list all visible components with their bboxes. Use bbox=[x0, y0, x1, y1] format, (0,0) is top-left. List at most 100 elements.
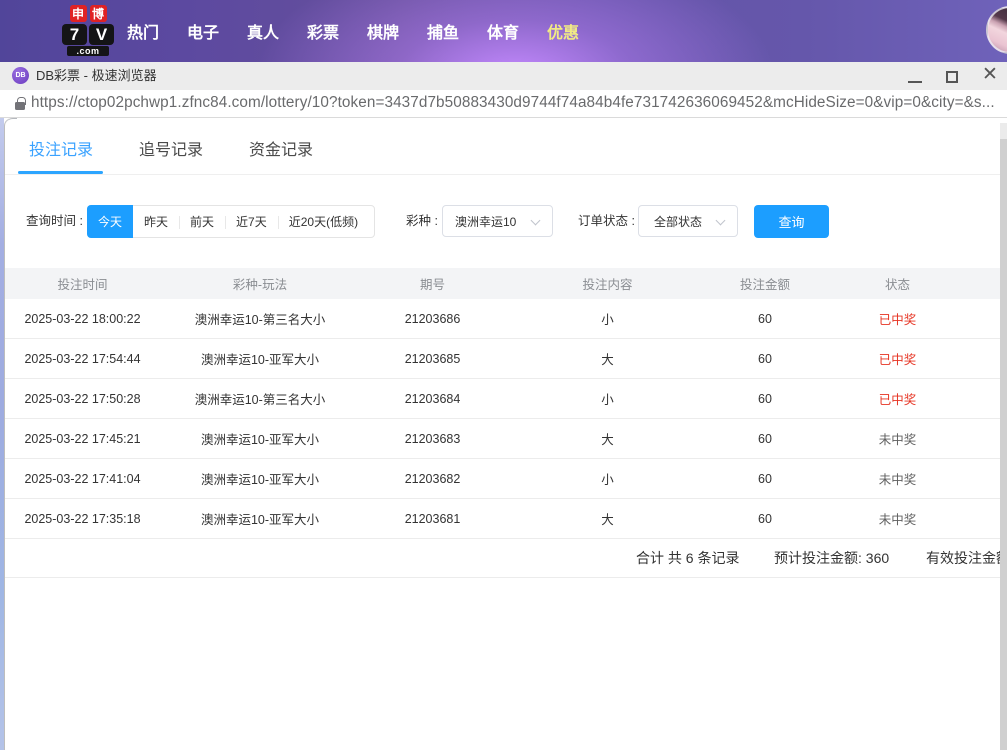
site-header: 申博 7V .com 热门 电子 真人 彩票 棋牌 捕鱼 体育 优惠 bbox=[0, 0, 1007, 62]
cell-content: 小 bbox=[505, 389, 710, 408]
cell-amount: 60 bbox=[710, 472, 820, 486]
time-filter-option[interactable]: 今天 bbox=[87, 205, 133, 238]
lock-icon bbox=[15, 102, 25, 110]
tab[interactable]: 资金记录 bbox=[249, 136, 313, 160]
cell-status: 已中奖 bbox=[820, 389, 975, 408]
nav-item[interactable]: 体育 bbox=[487, 19, 519, 43]
time-filter-group: 今天 昨天 前天 近7天 近20天(低频) bbox=[87, 205, 375, 238]
logo-char-red: 博 bbox=[90, 5, 107, 22]
chevron-down-icon bbox=[532, 217, 540, 225]
table-row: 2025-03-22 17:45:21 澳洲幸运10-亚军大小 21203683… bbox=[5, 419, 1000, 459]
logo-char-7v: V bbox=[89, 24, 114, 45]
time-filter-label: 查询时间 : bbox=[26, 205, 83, 238]
cell-issue: 21203686 bbox=[360, 312, 505, 326]
bet-records-table: 投注时间彩种-玩法期号投注内容投注金额状态 2025-03-22 18:00:2… bbox=[5, 268, 1000, 578]
cell-status: 未中奖 bbox=[820, 429, 975, 448]
order-status-select[interactable]: 全部状态 bbox=[638, 205, 738, 237]
summary-expected: 预计投注金额: 360 bbox=[774, 539, 889, 578]
logo-com-text: .com bbox=[67, 46, 109, 56]
cell-content: 大 bbox=[505, 429, 710, 448]
cell-issue: 21203682 bbox=[360, 472, 505, 486]
record-tabs: 投注记录 追号记录 资金记录 bbox=[5, 118, 1000, 175]
content-card: 投注记录 追号记录 资金记录 查询时间 : 今天 昨天 前天 近7天 近2 bbox=[4, 118, 1000, 750]
logo-char-7v: 7 bbox=[62, 24, 87, 45]
minimize-button[interactable] bbox=[908, 81, 922, 83]
column-header: 投注内容 bbox=[505, 274, 710, 293]
close-button[interactable]: ✕ bbox=[980, 62, 1000, 90]
cell-amount: 60 bbox=[710, 432, 820, 446]
table-row: 2025-03-22 17:54:44 澳洲幸运10-亚军大小 21203685… bbox=[5, 339, 1000, 379]
browser-window-title: DB彩票 - 极速浏览器 bbox=[36, 62, 157, 90]
lottery-select[interactable]: 澳洲幸运10 bbox=[442, 205, 553, 237]
nav-item[interactable]: 真人 bbox=[247, 19, 279, 43]
cell-content: 大 bbox=[505, 349, 710, 368]
cell-content: 小 bbox=[505, 469, 710, 488]
cell-bet-time: 2025-03-22 17:50:28 bbox=[5, 392, 160, 406]
cell-issue: 21203683 bbox=[360, 432, 505, 446]
scrollbar-up-arrow[interactable] bbox=[1000, 123, 1007, 139]
cell-game: 澳洲幸运10-亚军大小 bbox=[160, 469, 360, 488]
site-logo[interactable]: 申博 7V .com bbox=[61, 5, 115, 56]
cell-amount: 60 bbox=[710, 312, 820, 326]
table-row: 2025-03-22 17:35:18 澳洲幸运10-亚军大小 21203681… bbox=[5, 499, 1000, 539]
cell-bet-time: 2025-03-22 17:35:18 bbox=[5, 512, 160, 526]
cell-status: 已中奖 bbox=[820, 349, 975, 368]
cell-game: 澳洲幸运10-第三名大小 bbox=[160, 309, 360, 328]
order-status-value: 全部状态 bbox=[654, 213, 702, 230]
logo-char-red: 申 bbox=[70, 5, 87, 22]
cell-content: 小 bbox=[505, 309, 710, 328]
cell-amount: 60 bbox=[710, 352, 820, 366]
browser-addressbar[interactable]: https://ctop02pchwp1.zfnc84.com/lottery/… bbox=[0, 90, 1007, 118]
table-row: 2025-03-22 17:50:28 澳洲幸运10-第三名大小 2120368… bbox=[5, 379, 1000, 419]
nav-item[interactable]: 电子 bbox=[187, 19, 219, 43]
column-header: 彩种-玩法 bbox=[160, 274, 360, 293]
nav-item[interactable]: 棋牌 bbox=[367, 19, 399, 43]
cell-game: 澳洲幸运10-亚军大小 bbox=[160, 349, 360, 368]
search-button[interactable]: 查询 bbox=[754, 205, 829, 238]
cell-bet-time: 2025-03-22 18:00:22 bbox=[5, 312, 160, 326]
browser-app-icon: DB bbox=[12, 67, 29, 84]
time-filter-option[interactable]: 近20天(低频) bbox=[278, 206, 374, 237]
time-filter-option[interactable]: 前天 bbox=[179, 206, 225, 237]
tab[interactable]: 追号记录 bbox=[139, 136, 203, 160]
url-text[interactable]: https://ctop02pchwp1.zfnc84.com/lottery/… bbox=[31, 90, 995, 116]
nav-item[interactable]: 优惠 bbox=[547, 19, 579, 43]
browser-titlebar: DB DB彩票 - 极速浏览器 bbox=[0, 62, 1007, 90]
summary-total: 合计 共 6 条记录 bbox=[636, 539, 739, 578]
column-header: 投注金额 bbox=[710, 274, 820, 293]
lottery-select-value: 澳洲幸运10 bbox=[455, 213, 516, 230]
cell-issue: 21203681 bbox=[360, 512, 505, 526]
cell-issue: 21203685 bbox=[360, 352, 505, 366]
table-row: 2025-03-22 17:41:04 澳洲幸运10-亚军大小 21203682… bbox=[5, 459, 1000, 499]
tab[interactable]: 投注记录 bbox=[29, 136, 93, 160]
column-header: 状态 bbox=[820, 274, 975, 293]
table-summary: 合计 共 6 条记录 预计投注金额: 360 有效投注金额: 360 bbox=[5, 539, 1000, 578]
cell-status: 未中奖 bbox=[820, 469, 975, 488]
cell-status: 已中奖 bbox=[820, 309, 975, 328]
nav-item[interactable]: 捕鱼 bbox=[427, 19, 459, 43]
cell-game: 澳洲幸运10-亚军大小 bbox=[160, 429, 360, 448]
maximize-button[interactable] bbox=[946, 71, 958, 83]
nav-item[interactable]: 热门 bbox=[127, 19, 159, 43]
chevron-down-icon bbox=[717, 217, 725, 225]
page-content: 投注记录 追号记录 资金记录 查询时间 : 今天 昨天 前天 近7天 近2 bbox=[0, 118, 1007, 750]
status-filter-label: 订单状态 : bbox=[578, 205, 635, 238]
site-nav: 热门 电子 真人 彩票 棋牌 捕鱼 体育 优惠 bbox=[127, 0, 579, 62]
column-header: 投注时间 bbox=[5, 274, 160, 293]
cell-issue: 21203684 bbox=[360, 392, 505, 406]
time-filter-option[interactable]: 昨天 bbox=[133, 206, 179, 237]
user-avatar[interactable] bbox=[986, 6, 1007, 54]
cell-amount: 60 bbox=[710, 392, 820, 406]
active-tab-underline bbox=[18, 171, 103, 175]
table-header: 投注时间彩种-玩法期号投注内容投注金额状态 bbox=[5, 268, 1000, 299]
vertical-scrollbar[interactable] bbox=[1000, 123, 1007, 750]
nav-item[interactable]: 彩票 bbox=[307, 19, 339, 43]
summary-valid: 有效投注金额: 360 bbox=[926, 539, 1000, 578]
time-filter-option[interactable]: 近7天 bbox=[225, 206, 278, 237]
cell-amount: 60 bbox=[710, 512, 820, 526]
cell-game: 澳洲幸运10-第三名大小 bbox=[160, 389, 360, 408]
filter-row: 查询时间 : 今天 昨天 前天 近7天 近20天(低频) 彩种 : 澳洲幸运10 bbox=[5, 205, 1000, 238]
cell-content: 大 bbox=[505, 509, 710, 528]
cell-status: 未中奖 bbox=[820, 509, 975, 528]
column-header: 期号 bbox=[360, 274, 505, 293]
